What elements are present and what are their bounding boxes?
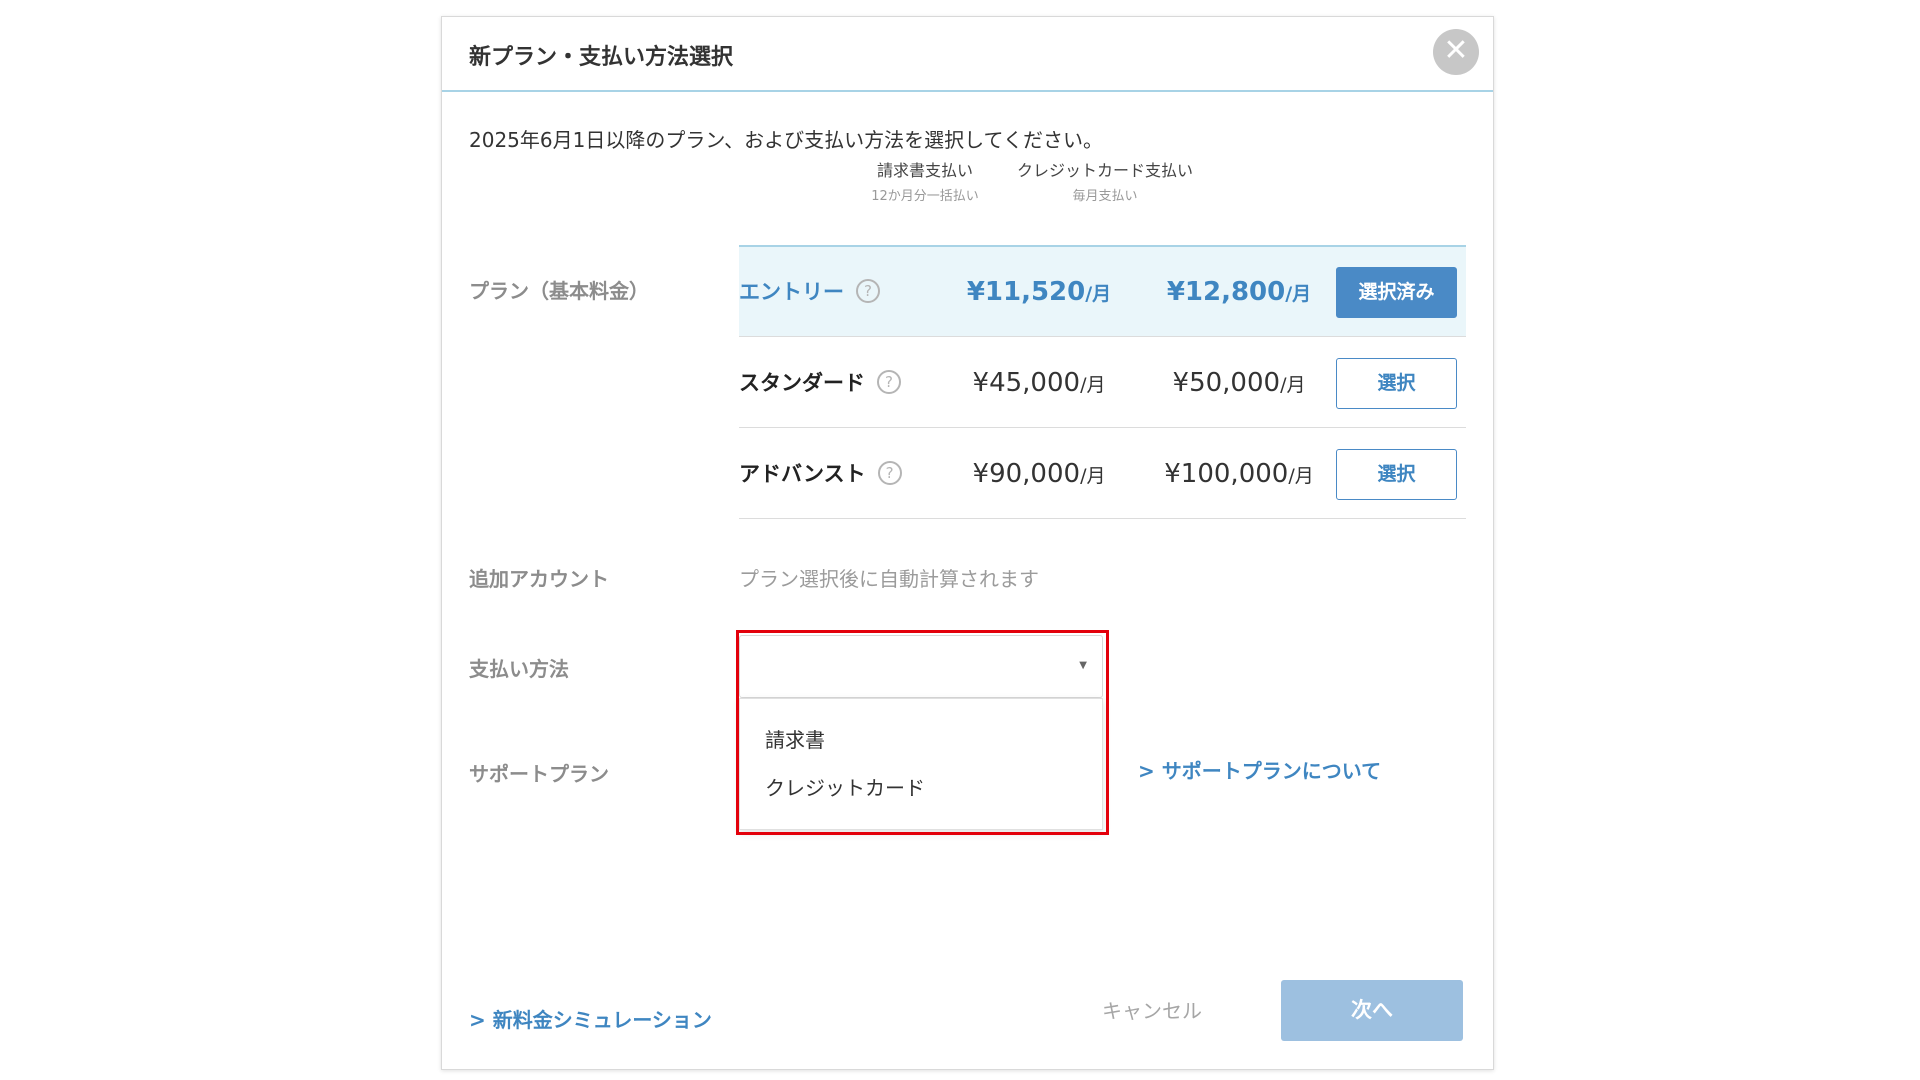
plan-name: アドバンスト? [739, 429, 902, 519]
card-price: ¥12,800/月 [1139, 247, 1339, 337]
selected-button[interactable]: 選択済み [1336, 267, 1457, 318]
card-price: ¥50,000/月 [1139, 338, 1339, 428]
invoice-price-value: ¥11,520 [966, 277, 1086, 307]
column-title-card: クレジットカード支払い [1016, 161, 1193, 180]
payment-method-select[interactable]: ▼ [739, 635, 1103, 698]
plan-payment-dialog: 新プラン・支払い方法選択 ✕ 2025年6月1日以降のプラン、および支払い方法を… [441, 16, 1494, 1070]
column-header-invoice: 請求書支払い 12か月分一括払い [842, 157, 1008, 204]
payment-method-dropdown: 請求書 クレジットカード [739, 698, 1103, 830]
price-unit: /月 [1080, 374, 1106, 396]
support-plan-label: サポートプラン [469, 762, 609, 786]
plan-label: プラン（基本料金） [469, 279, 649, 303]
dialog-title: 新プラン・支払い方法選択 [469, 45, 734, 70]
select-button[interactable]: 選択 [1336, 358, 1457, 409]
caret-down-icon: ▼ [1079, 660, 1087, 671]
card-price-value: ¥12,800 [1166, 277, 1286, 307]
card-price: ¥100,000/月 [1139, 429, 1339, 519]
simulation-link[interactable]: > 新料金シミュレーション [469, 1004, 712, 1033]
help-icon[interactable]: ? [877, 461, 902, 485]
price-unit: /月 [1288, 465, 1314, 487]
card-price-value: ¥100,000 [1164, 459, 1289, 489]
option-invoice[interactable]: 請求書 [740, 717, 1102, 763]
plan-name: エントリー? [739, 247, 880, 337]
plan-row-standard: スタンダード? ¥45,000/月 ¥50,000/月 選択 [739, 338, 1466, 428]
price-unit: /月 [1280, 374, 1306, 396]
option-credit-card[interactable]: クレジットカード [740, 765, 1102, 811]
help-icon[interactable]: ? [856, 279, 880, 303]
plan-row-entry: エントリー? ¥11,520/月 ¥12,800/月 選択済み [739, 247, 1466, 337]
cancel-button[interactable]: キャンセル [1102, 995, 1202, 1024]
invoice-price-value: ¥90,000 [972, 459, 1081, 489]
support-plan-link[interactable]: > サポートプランについて [1138, 755, 1381, 784]
plan-name-label: エントリー [739, 280, 844, 304]
close-icon[interactable]: ✕ [1433, 29, 1479, 75]
invoice-price: ¥45,000/月 [939, 338, 1139, 428]
column-subtitle-invoice: 12か月分一括払い [871, 189, 979, 204]
price-unit: /月 [1080, 465, 1106, 487]
invoice-price: ¥11,520/月 [939, 247, 1139, 337]
invoice-price: ¥90,000/月 [939, 429, 1139, 519]
price-unit: /月 [1085, 283, 1112, 305]
card-price-value: ¥50,000 [1172, 368, 1281, 398]
invoice-price-value: ¥45,000 [972, 368, 1081, 398]
additional-account-label: 追加アカウント [469, 567, 609, 591]
select-button[interactable]: 選択 [1336, 449, 1457, 500]
next-button[interactable]: 次へ [1281, 980, 1463, 1041]
additional-account-note: プラン選択後に自動計算されます [739, 567, 1039, 591]
plan-name-label: アドバンスト [739, 462, 866, 486]
price-unit: /月 [1285, 283, 1312, 305]
plan-name: スタンダード? [739, 338, 901, 428]
column-subtitle-card: 毎月支払い [1072, 189, 1138, 204]
intro-text: 2025年6月1日以降のプラン、および支払い方法を選択してください。 [469, 128, 1103, 152]
dialog-header: 新プラン・支払い方法選択 ✕ [442, 17, 1493, 92]
help-icon[interactable]: ? [877, 370, 901, 394]
plan-name-label: スタンダード [739, 371, 865, 395]
plan-row-advanced: アドバンスト? ¥90,000/月 ¥100,000/月 選択 [739, 429, 1466, 519]
column-title-invoice: 請求書支払い [876, 161, 973, 180]
payment-method-label: 支払い方法 [469, 657, 569, 681]
column-header-card: クレジットカード支払い 毎月支払い [1002, 157, 1208, 204]
